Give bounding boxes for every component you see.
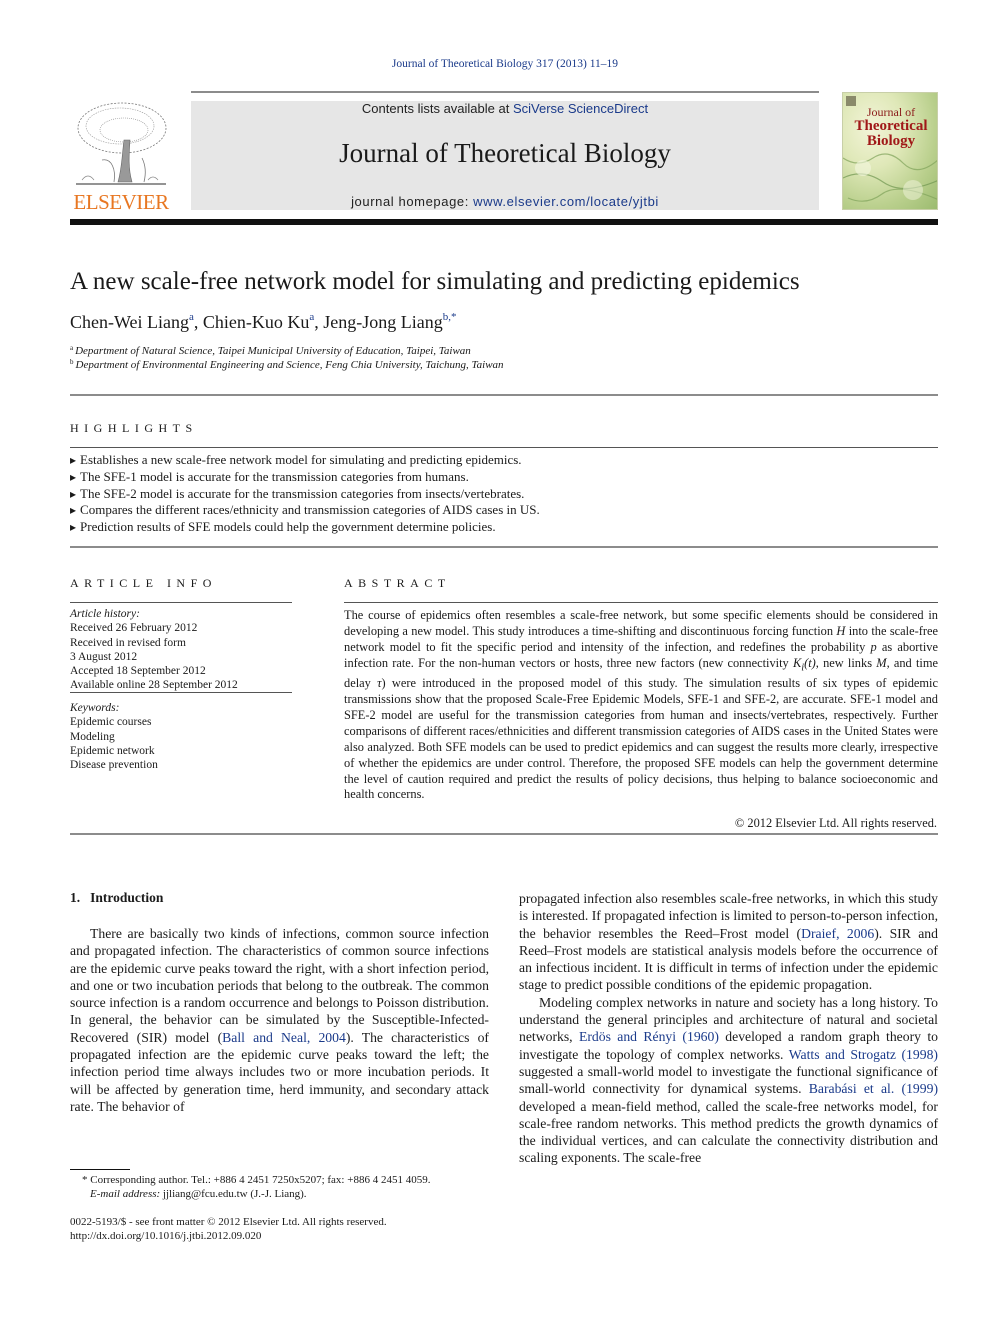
doi-link[interactable]: http://dx.doi.org/10.1016/j.jtbi.2012.09… (70, 1230, 261, 1242)
email-label: E-mail address: (90, 1188, 161, 1200)
contents-prefix: Contents lists available at (361, 101, 513, 116)
history-entry: Received 26 February 2012 (70, 622, 198, 635)
homepage-prefix: journal homepage: (351, 194, 474, 209)
body-paragraph: propagated infection also resembles scal… (519, 890, 938, 994)
section-divider (70, 447, 938, 448)
contents-line: Contents lists available at SciVerse Sci… (191, 101, 819, 116)
cover-texture-pattern (843, 153, 937, 202)
elsevier-logo[interactable]: ELSEVIER (70, 100, 172, 214)
keywords: Keywords: Epidemic courses Modeling Epid… (70, 701, 292, 772)
article-history-label: Article history: (70, 608, 140, 620)
keyword: Modeling (70, 730, 115, 743)
section-divider (70, 602, 292, 603)
corresponding-author-footnote: * Corresponding author. Tel.: +886 4 245… (82, 1174, 431, 1186)
affiliation-marker[interactable]: a (309, 311, 314, 323)
highlights-heading: HIGHLIGHTS (70, 421, 198, 435)
math-symbol: M (876, 655, 887, 670)
section-number: 1. (70, 890, 81, 905)
footnote-divider (70, 1169, 130, 1170)
sciencedirect-link[interactable]: SciVerse ScienceDirect (513, 101, 648, 116)
email-address[interactable]: jjliang@fcu.edu.tw (J.-J. Liang). (160, 1188, 307, 1200)
citation-link[interactable]: Ball and Neal, 2004 (222, 1030, 346, 1045)
keyword: Epidemic courses (70, 716, 152, 729)
abstract-copyright: © 2012 Elsevier Ltd. All rights reserved… (734, 816, 937, 830)
body-text: devel­oped a mean-field method, called t… (519, 1098, 938, 1166)
affiliation-marker[interactable]: a (189, 311, 194, 323)
email-footnote: E-mail address: jjliang@fcu.edu.tw (J.-J… (90, 1188, 307, 1200)
section-title: Introduction (90, 890, 164, 905)
highlight-item: Establishes a new scale-free network mod… (70, 452, 540, 469)
keyword: Disease prevention (70, 759, 158, 772)
highlights-list: Establishes a new scale-free network mod… (70, 452, 540, 536)
body-text: There are basically two kinds of infecti… (70, 926, 489, 1045)
history-entry: Accepted 18 September 2012 (70, 665, 206, 678)
journal-cover-image[interactable]: Journal of Theoretical Biology (842, 92, 938, 210)
history-entry: Received in revised form (70, 636, 186, 649)
keywords-label: Keywords: (70, 702, 120, 714)
author-list: Chen-Wei Lianga, Chien-Kuo Kua, Jeng-Jon… (70, 311, 457, 332)
section-heading: 1. Introduction (70, 890, 163, 906)
citation-link[interactable]: Barabási et al. (1999) (809, 1081, 938, 1096)
masthead-bottom-rule (70, 219, 938, 225)
author-name[interactable]: Chien-Kuo Ku (203, 312, 310, 332)
article-history: Article history: Received 26 February 20… (70, 607, 292, 693)
author-name[interactable]: Chen-Wei Liang (70, 312, 189, 332)
article-info-heading: ARTICLE INFO (70, 576, 217, 590)
citation-link[interactable]: Erdös and Rényi (1960) (579, 1029, 719, 1044)
section-divider (70, 833, 938, 835)
author-name[interactable]: Jeng-Jong Liang (323, 312, 442, 332)
section-divider (70, 394, 938, 396)
section-divider (70, 546, 938, 548)
running-head[interactable]: Journal of Theoretical Biology 317 (2013… (0, 58, 992, 70)
highlight-item: The SFE-2 model is accurate for the tran… (70, 486, 540, 503)
abstract-fragment: ) were introduced in the proposed model … (344, 676, 938, 802)
affiliation-key: a (70, 344, 74, 352)
highlight-item: The SFE-1 model is accurate for the tran… (70, 469, 540, 486)
homepage-line: journal homepage: www.elsevier.com/locat… (191, 194, 819, 209)
masthead-top-rule (191, 91, 819, 93)
journal-name: Journal of Theoretical Biology (339, 138, 671, 168)
affiliation-marker[interactable]: b,* (443, 311, 457, 323)
body-paragraph: There are basically two kinds of infecti… (70, 925, 489, 1115)
affiliation: a Department of Natural Science, Taipei M… (70, 344, 471, 357)
math-symbol: K (792, 655, 802, 670)
highlight-item: Prediction results of SFE models could h… (70, 519, 540, 536)
elsevier-tree-icon (76, 102, 167, 185)
keyword: Epidemic network (70, 744, 155, 757)
section-divider (70, 692, 292, 693)
history-entry: 3 August 2012 (70, 650, 138, 663)
citation-link[interactable]: Draief, 2006 (801, 926, 874, 941)
journal-homepage-link[interactable]: www.elsevier.com/locate/yjtbi (473, 194, 659, 209)
abstract-fragment: , new links (815, 655, 877, 670)
affiliation: b Department of Environmental Engineering… (70, 358, 504, 371)
issn-line: 0022-5193/$ - see front matter © 2012 El… (70, 1216, 387, 1228)
section-divider (344, 602, 938, 603)
abstract-heading: ABSTRACT (344, 576, 451, 590)
math-symbol: (t) (804, 655, 816, 670)
abstract-text: The course of epidemics often resembles … (344, 608, 938, 803)
affiliation-key: b (70, 358, 74, 366)
body-column-left: There are basically two kinds of infecti… (70, 925, 489, 1115)
elsevier-wordmark: ELSEVIER (73, 190, 169, 214)
body-column-right: propagated infection also resembles scal… (519, 890, 938, 1167)
highlight-item: Compares the different races/ethnicity a… (70, 502, 540, 519)
body-paragraph: Modeling complex networks in nature and … (519, 994, 938, 1167)
history-entry: Available online 28 September 2012 (70, 679, 238, 692)
citation-link[interactable]: Watts and Strogatz (1998) (789, 1047, 938, 1062)
affiliation-text: Department of Natural Science, Taipei Mu… (75, 345, 471, 357)
affiliation-text: Department of Environmental Engineering … (75, 359, 504, 371)
article-title: A new scale-free network model for simul… (70, 268, 800, 295)
